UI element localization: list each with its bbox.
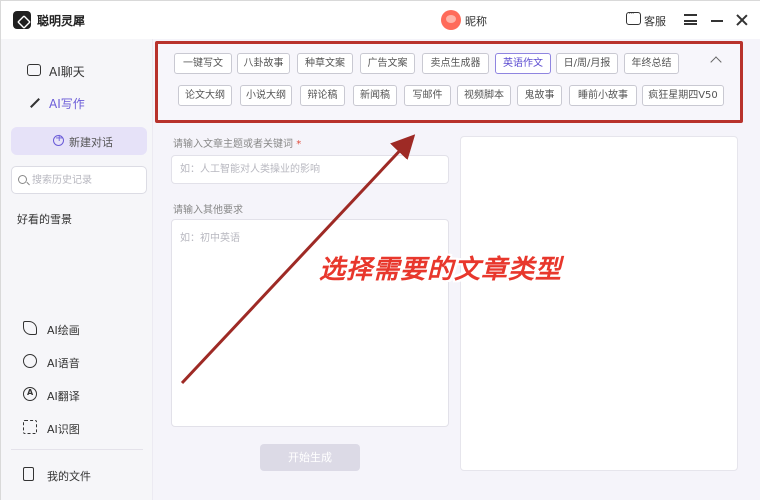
- sidebar-item-ai-translate[interactable]: AI翻译: [23, 385, 143, 405]
- new-chat-label: 新建对话: [69, 136, 113, 149]
- title-bar: 聪明灵犀 昵称 客服: [1, 1, 760, 39]
- article-type-chip[interactable]: 睡前小故事: [569, 85, 637, 106]
- article-type-chip[interactable]: 广告文案: [360, 53, 415, 74]
- article-type-chip[interactable]: 日/周/月报: [556, 53, 618, 74]
- user-name[interactable]: 昵称: [465, 13, 487, 29]
- sidebar-item-ai-image-recognition[interactable]: AI识图: [23, 418, 143, 438]
- history-search[interactable]: [11, 166, 147, 194]
- topic-label-text: 请输入文章主题或者关键词: [173, 139, 293, 150]
- app-title: 聪明灵犀: [37, 14, 86, 28]
- result-panel: [460, 136, 738, 471]
- topic-field[interactable]: [171, 155, 449, 184]
- customer-service-icon[interactable]: [626, 9, 641, 25]
- sidebar-item-label: AI绘画: [47, 324, 80, 337]
- sidebar-item-label: 我的文件: [47, 470, 91, 483]
- article-type-chip[interactable]: 八卦故事: [237, 53, 290, 74]
- article-type-chip[interactable]: 卖点生成器: [422, 53, 489, 74]
- sidebar-item-ai-voice[interactable]: AI语音: [23, 352, 143, 372]
- topic-input[interactable]: [172, 156, 448, 183]
- sidebar-item-my-files[interactable]: 我的文件: [23, 465, 143, 485]
- user-avatar[interactable]: [441, 10, 461, 30]
- new-chat-button[interactable]: 新建对话: [11, 127, 147, 155]
- sidebar-item-label: AI写作: [49, 97, 85, 111]
- sidebar: AI聊天 AI写作 新建对话 好看的雪景 AI绘画 AI语音 AI翻译: [1, 39, 153, 500]
- customer-service-label[interactable]: 客服: [644, 13, 666, 29]
- article-type-chip[interactable]: 鬼故事: [517, 85, 562, 106]
- menu-icon[interactable]: [684, 14, 697, 25]
- sidebar-item-label: AI翻译: [47, 390, 80, 403]
- article-type-chip[interactable]: 辩论稿: [300, 85, 345, 106]
- image-scan-icon: [23, 420, 37, 434]
- annotation-text: 选择需要的文章类型: [319, 255, 563, 285]
- sidebar-item-ai-draw[interactable]: AI绘画: [23, 319, 143, 339]
- file-icon: [23, 467, 34, 481]
- article-type-chip[interactable]: 疯狂星期四V50: [642, 85, 724, 106]
- translate-icon: [23, 387, 37, 401]
- pen-icon: [27, 96, 41, 110]
- article-type-panel: 一键写文 八卦故事 种草文案 广告文案 卖点生成器 英语作文 日/周/月报 年终…: [155, 41, 743, 123]
- sidebar-item-ai-chat[interactable]: AI聊天: [11, 57, 143, 85]
- topic-label: 请输入文章主题或者关键词 *: [173, 135, 301, 150]
- required-mark: *: [296, 139, 302, 150]
- app-logo-icon: [13, 11, 31, 29]
- brush-icon: [23, 321, 37, 335]
- generate-button[interactable]: 开始生成: [260, 444, 360, 471]
- sidebar-item-label: AI聊天: [49, 65, 85, 79]
- article-type-chip[interactable]: 年终总结: [624, 53, 679, 74]
- history-search-input[interactable]: [32, 172, 142, 188]
- sidebar-item-ai-write[interactable]: AI写作: [11, 89, 143, 117]
- article-type-chip[interactable]: 论文大纲: [178, 85, 232, 106]
- sidebar-item-label: AI语音: [47, 357, 80, 370]
- article-type-chip[interactable]: 种草文案: [297, 53, 353, 74]
- article-type-chip[interactable]: 写邮件: [404, 85, 451, 106]
- chat-icon: [27, 64, 41, 76]
- app-window: 聪明灵犀 昵称 客服 AI聊天 AI写作 新建对话 好看的雪景 AI绘画: [0, 0, 760, 500]
- minimize-icon[interactable]: [711, 20, 723, 22]
- article-type-chip[interactable]: 小说大纲: [240, 85, 292, 106]
- sidebar-divider: [11, 449, 143, 450]
- requirements-label: 请输入其他要求: [173, 205, 243, 216]
- article-type-chip[interactable]: 新闻稿: [353, 85, 397, 106]
- sidebar-item-label: AI识图: [47, 423, 80, 436]
- article-type-chip[interactable]: 视频脚本: [457, 85, 511, 106]
- search-icon: [18, 175, 27, 184]
- voice-icon: [23, 354, 37, 368]
- article-type-chip[interactable]: 一键写文: [174, 53, 232, 74]
- close-icon[interactable]: [735, 13, 749, 27]
- plus-circle-icon: [53, 133, 64, 146]
- article-type-chip-selected[interactable]: 英语作文: [495, 53, 551, 74]
- chevron-up-icon[interactable]: [710, 56, 722, 68]
- history-item[interactable]: 好看的雪景: [17, 211, 72, 227]
